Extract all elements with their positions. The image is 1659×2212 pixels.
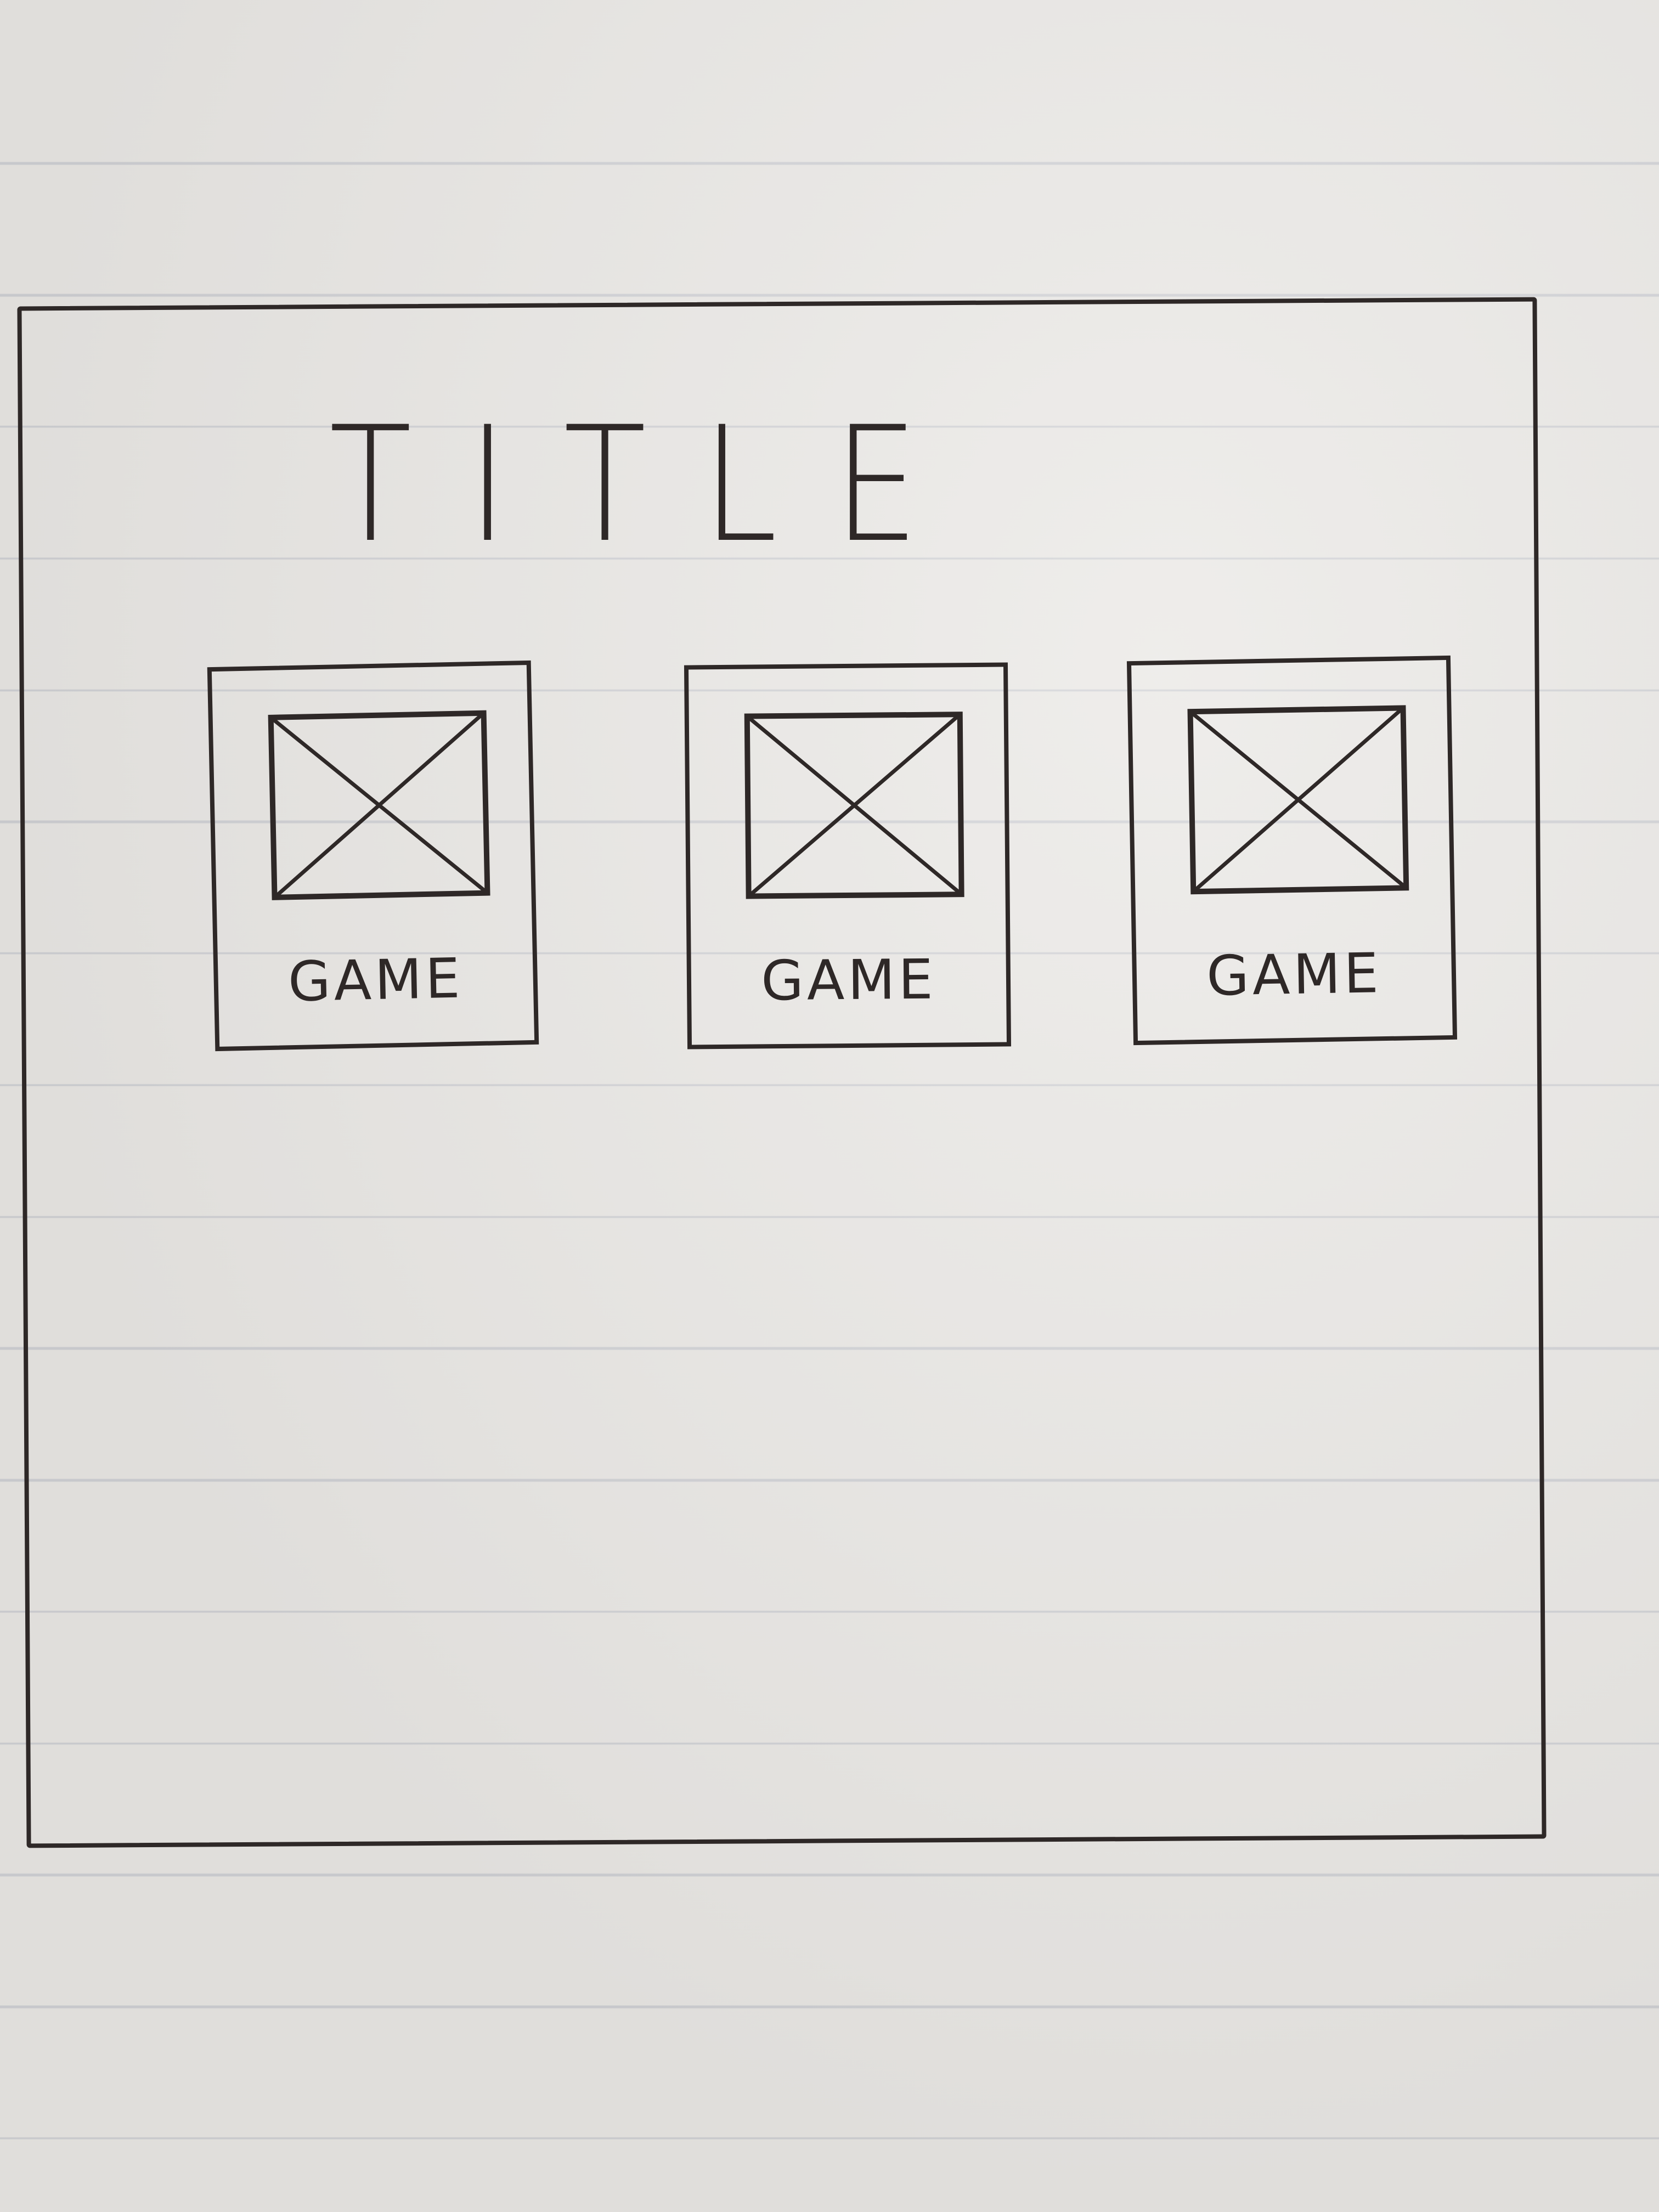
game-label: GAME (1206, 941, 1383, 1008)
game-label: GAME (760, 947, 937, 1013)
game-card[interactable]: GAME (1126, 655, 1458, 1046)
game-label: GAME (287, 946, 464, 1014)
image-placeholder-icon (1187, 704, 1409, 895)
page-title: TITLE (329, 393, 975, 578)
image-placeholder-icon (268, 710, 491, 901)
game-card[interactable]: GAME (684, 662, 1012, 1049)
image-placeholder-icon (744, 711, 965, 899)
game-card[interactable]: GAME (207, 660, 539, 1052)
